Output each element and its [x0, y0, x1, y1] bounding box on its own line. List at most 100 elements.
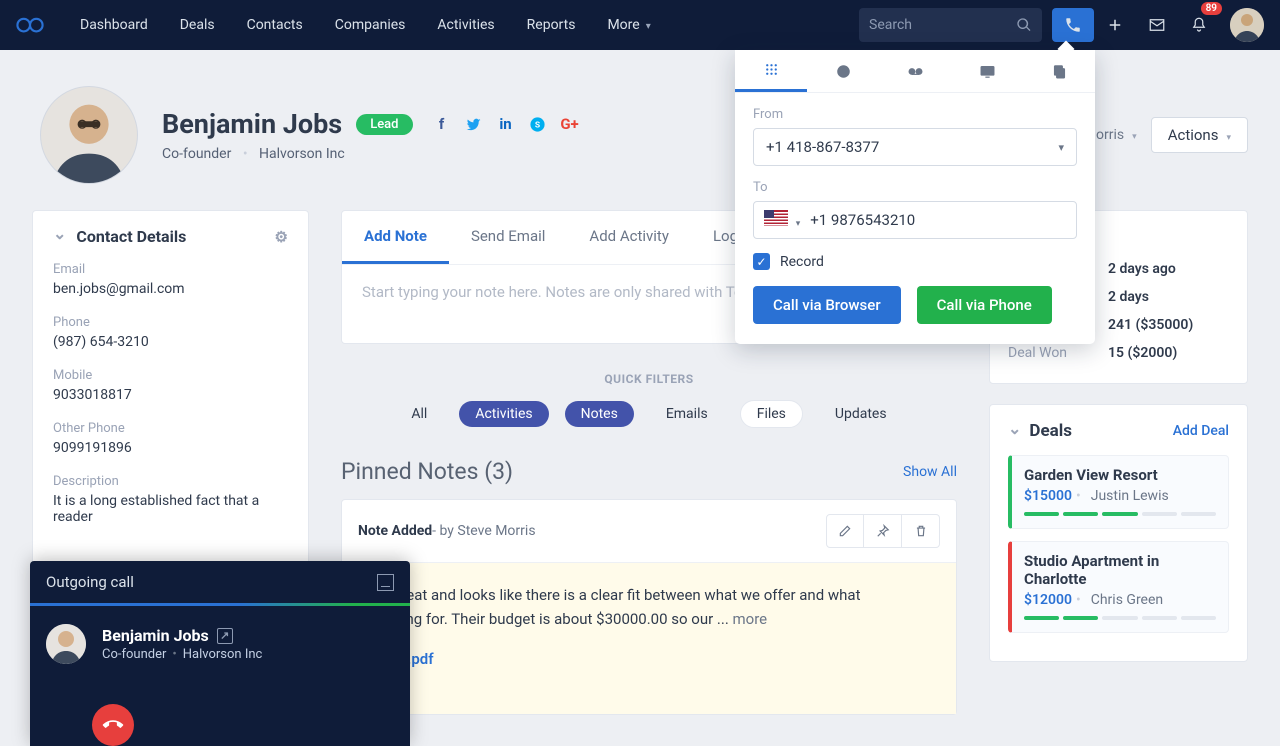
nav-companies[interactable]: Companies: [335, 17, 406, 33]
filter-activities[interactable]: Activities: [459, 401, 548, 427]
contact-name: Benjamin Jobs: [162, 108, 342, 140]
pin-icon[interactable]: [864, 514, 902, 548]
nav-contacts[interactable]: Contacts: [247, 17, 303, 33]
deal-card[interactable]: Studio Apartment in Charlotte $12000•Chr…: [1008, 541, 1229, 633]
search-icon: [1016, 17, 1032, 33]
contact-avatar: [40, 86, 138, 184]
actions-button[interactable]: Actions: [1151, 117, 1248, 153]
show-all-link[interactable]: Show All: [903, 464, 957, 480]
popout-icon[interactable]: ↗: [217, 628, 233, 644]
from-label: From: [753, 107, 1077, 122]
filter-emails[interactable]: Emails: [650, 401, 724, 427]
field-label: Email: [53, 262, 288, 277]
stat-value: 15 ($2000): [1108, 345, 1177, 361]
screen-tab[interactable]: [951, 50, 1023, 92]
tab-add-note[interactable]: Add Note: [342, 211, 449, 264]
call-phone-button[interactable]: Call via Phone: [917, 286, 1052, 324]
attachment-size: 5 MB: [362, 671, 936, 692]
deal-owner: Chris Green: [1091, 592, 1163, 608]
add-deal-link[interactable]: Add Deal: [1173, 423, 1229, 439]
hangup-button[interactable]: [92, 704, 134, 746]
history-tab[interactable]: [807, 50, 879, 92]
tab-send-email[interactable]: Send Email: [449, 211, 567, 264]
deal-owner: Justin Lewis: [1091, 488, 1169, 504]
mobile-value[interactable]: 9033018817: [53, 387, 288, 403]
filter-notes[interactable]: Notes: [565, 401, 634, 427]
call-browser-button[interactable]: Call via Browser: [753, 286, 901, 324]
voicemail-tab[interactable]: [879, 50, 951, 92]
note-title: Note Added: [358, 523, 432, 539]
quick-filters: All Activities Notes Emails Files Update…: [341, 400, 957, 428]
to-input[interactable]: +1 9876543210: [753, 201, 1077, 239]
deal-price: $12000: [1024, 592, 1072, 608]
from-select[interactable]: +1 418-867-8377: [753, 128, 1077, 166]
nav-links: Dashboard Deals Contacts Companies Activ…: [80, 17, 651, 33]
deal-name: Studio Apartment in Charlotte: [1024, 552, 1216, 588]
dialpad-tab[interactable]: [735, 50, 807, 92]
top-nav: Dashboard Deals Contacts Companies Activ…: [0, 0, 1280, 50]
nav-deals[interactable]: Deals: [180, 17, 215, 33]
linkedin-icon[interactable]: in: [497, 115, 515, 133]
filter-all[interactable]: All: [395, 401, 443, 427]
description-value: It is a long established fact that a rea…: [53, 493, 288, 525]
call-avatar: [46, 624, 86, 664]
tab-add-activity[interactable]: Add Activity: [567, 211, 691, 264]
nav-activities[interactable]: Activities: [437, 17, 494, 33]
deal-name: Garden View Resort: [1024, 466, 1216, 484]
attachment-file[interactable]: oposal.pdf: [362, 647, 936, 671]
call-title: Outgoing call: [46, 573, 134, 591]
quick-filters-label: QUICK FILTERS: [341, 372, 957, 386]
stat-value: 2 days: [1108, 289, 1149, 305]
more-link[interactable]: more: [733, 610, 768, 628]
twitter-icon[interactable]: [465, 115, 483, 133]
deals-header[interactable]: Deals Add Deal: [1008, 421, 1229, 441]
svg-text:S: S: [535, 120, 540, 130]
delete-icon[interactable]: [902, 514, 940, 548]
to-label: To: [753, 180, 1077, 195]
other-phone-value[interactable]: 9099191896: [53, 440, 288, 456]
record-label: Record: [780, 254, 824, 270]
call-contact-name: Benjamin Jobs: [102, 626, 209, 645]
nav-more[interactable]: More: [607, 17, 650, 33]
deal-progress: [1024, 512, 1216, 516]
mail-button[interactable]: [1136, 8, 1178, 42]
app-logo[interactable]: [16, 12, 44, 38]
gear-icon[interactable]: ⚙: [275, 228, 288, 246]
notifications-button[interactable]: 89: [1178, 8, 1220, 42]
pinned-note: Note Added - by Steve Morris was great a…: [341, 499, 957, 715]
record-checkbox[interactable]: ✓: [753, 253, 770, 270]
filter-files[interactable]: Files: [740, 400, 803, 428]
pinned-notes-heading: Pinned Notes (3): [341, 458, 513, 485]
deals-card: Deals Add Deal Garden View Resort $15000…: [989, 404, 1248, 662]
us-flag-icon: [764, 210, 788, 226]
search-input[interactable]: Search: [859, 8, 1042, 42]
user-avatar[interactable]: [1230, 8, 1264, 42]
edit-icon[interactable]: [826, 514, 864, 548]
googleplus-icon[interactable]: G+: [561, 115, 579, 133]
phone-dialer-button[interactable]: [1052, 8, 1094, 42]
call-contact-role: Co-founder: [102, 647, 166, 662]
call-contact-company: Halvorson Inc: [183, 647, 263, 662]
nav-dashboard[interactable]: Dashboard: [80, 17, 148, 33]
field-label: Other Phone: [53, 421, 288, 436]
nav-reports[interactable]: Reports: [527, 17, 576, 33]
assigned-to-dropdown[interactable]: orris: [1096, 127, 1137, 143]
email-value[interactable]: ben.jobs@gmail.com: [53, 281, 288, 297]
skype-icon[interactable]: S: [529, 115, 547, 133]
stat-value: 241 ($35000): [1108, 317, 1193, 333]
deal-card[interactable]: Garden View Resort $15000•Justin Lewis: [1008, 455, 1229, 529]
phone-value[interactable]: (987) 654-3210: [53, 334, 288, 350]
outgoing-call-card: Outgoing call Benjamin Jobs↗ Co-founder•…: [30, 561, 410, 746]
stage-badge[interactable]: Lead: [356, 114, 412, 135]
country-flag-dropdown[interactable]: [764, 210, 810, 230]
deal-price: $15000: [1024, 488, 1072, 504]
facebook-icon[interactable]: f: [433, 115, 451, 133]
contact-role: Co-founder: [162, 146, 231, 162]
contact-details-header[interactable]: Contact Details ⚙: [53, 227, 288, 246]
add-button[interactable]: [1094, 8, 1136, 42]
minimize-icon[interactable]: [377, 574, 394, 591]
copy-tab[interactable]: [1023, 50, 1095, 92]
filter-updates[interactable]: Updates: [819, 401, 903, 427]
search-placeholder: Search: [869, 17, 1016, 33]
dialer-popover: From +1 418-867-8377 To +1 9876543210 ✓ …: [735, 50, 1095, 344]
